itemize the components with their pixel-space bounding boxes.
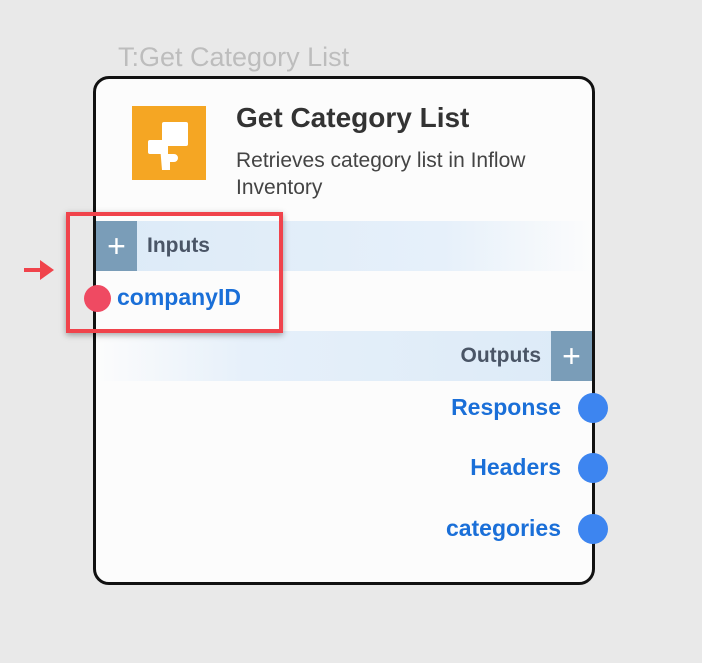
node-description: Retrieves category list in Inflow Invent… bbox=[236, 149, 526, 199]
output-label-categories: categories bbox=[445, 515, 561, 541]
highlight-box bbox=[66, 212, 283, 333]
output-port-response[interactable] bbox=[578, 393, 608, 423]
output-label-headers: Headers bbox=[470, 454, 561, 480]
output-label-response: Response bbox=[451, 394, 561, 420]
add-output-button[interactable]: + bbox=[551, 331, 592, 381]
arrow-pointer-icon bbox=[24, 260, 54, 280]
outputs-label: Outputs bbox=[460, 344, 541, 367]
node-title: Get Category List bbox=[236, 102, 470, 133]
outputs-section-header: Outputs + bbox=[96, 331, 592, 381]
node-type-label: T:Get Category List bbox=[118, 42, 350, 72]
inflow-logo-icon bbox=[132, 106, 206, 180]
output-port-headers[interactable] bbox=[578, 453, 608, 483]
output-port-categories[interactable] bbox=[578, 514, 608, 544]
